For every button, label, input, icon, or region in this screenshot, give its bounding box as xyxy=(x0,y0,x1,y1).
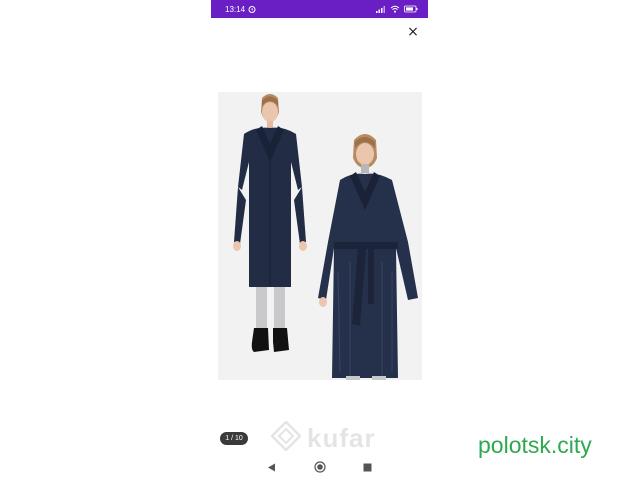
watermark-text: kufar xyxy=(307,422,376,453)
site-label: polotsk.city xyxy=(478,432,592,458)
signal-icon xyxy=(376,5,386,13)
home-icon xyxy=(313,461,326,473)
status-left: 13:14 xyxy=(225,5,256,14)
kufar-logo-icon xyxy=(270,419,302,456)
recents-button[interactable] xyxy=(361,460,375,474)
wifi-icon xyxy=(390,5,400,13)
home-button[interactable] xyxy=(313,460,327,474)
coat-models-image xyxy=(218,92,422,380)
phone-screen: 13:14 × 1 / 10 kufar xyxy=(211,0,428,480)
close-button[interactable]: × xyxy=(406,25,420,39)
kufar-watermark: kufar xyxy=(270,419,411,456)
recents-icon xyxy=(363,463,372,471)
close-icon: × xyxy=(407,24,419,40)
status-time: 13:14 xyxy=(225,4,246,14)
system-nav-bar xyxy=(211,456,428,478)
product-photo[interactable] xyxy=(218,92,422,380)
alarm-icon xyxy=(248,5,256,13)
status-bar: 13:14 xyxy=(211,0,428,18)
battery-icon xyxy=(404,5,418,13)
status-right xyxy=(376,5,418,13)
back-icon xyxy=(268,463,275,471)
back-button[interactable] xyxy=(265,460,279,474)
page-indicator: 1 / 10 xyxy=(220,432,248,445)
